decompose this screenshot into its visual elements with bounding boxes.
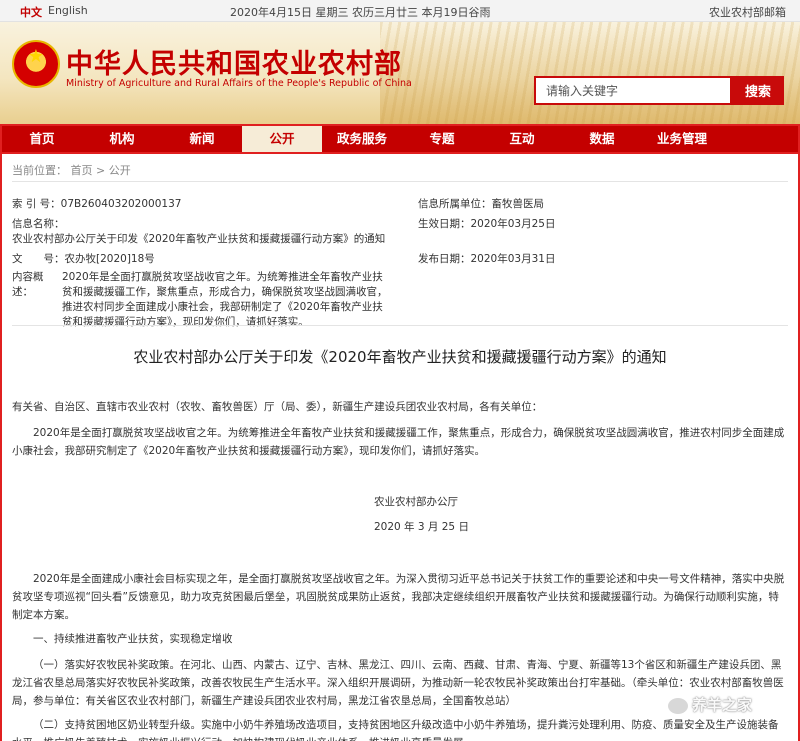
search-input[interactable]: [534, 76, 732, 105]
summary-text: 2020年是全面打赢脱贫攻坚战收官之年。为统筹推进全年畜牧产业扶贫和援藏援疆工作…: [62, 271, 388, 328]
language-chinese-link[interactable]: 中文: [20, 4, 42, 20]
index-number: 索 引 号：07B260403202000137: [12, 198, 182, 210]
search-button[interactable]: 搜索: [732, 76, 784, 105]
info-title-label: 信息名称：: [12, 218, 65, 230]
watermark: 养羊之家: [668, 694, 792, 720]
sign-date: 2020 年 3 月 25 日: [374, 521, 469, 533]
ministry-mailbox-link[interactable]: 农业农村部邮箱: [709, 4, 786, 20]
site-header: ★ 中华人民共和国农业农村部 Ministry of Agriculture a…: [0, 22, 800, 124]
section-heading: 一、持续推进畜牧产业扶贫，实现稳定增收: [33, 633, 233, 645]
owner-unit: 信息所属单位：畜牧兽医局: [418, 198, 544, 210]
site-title[interactable]: 中华人民共和国农业农村部: [66, 42, 402, 81]
summary-label: 内容概述：: [12, 271, 44, 298]
nav-item-business[interactable]: 业务管理: [642, 126, 722, 152]
effective-date: 生效日期：2020年03月25日: [418, 218, 556, 230]
date-text: 2020年4月15日 星期三 农历三月廿三 本月19日谷雨: [230, 6, 491, 19]
wheat-field-background: [380, 22, 800, 124]
document-title: 农业农村部办公厅关于印发《2020年畜牧产业扶贫和援藏援疆行动方案》的通知: [133, 348, 667, 366]
plan-intro-paragraph: 2020年是全面建成小康社会目标实现之年，是全面打赢脱贫攻坚战收官之年。为深入贯…: [12, 573, 785, 621]
content-summary: 内容概述： 2020年是全面打赢脱贫攻坚战收官之年。为统筹推进全年畜牧产业扶贫和…: [12, 270, 392, 330]
document-number: 文 号：农办牧[2020]18号: [12, 253, 155, 265]
info-title-value: 农业农村部办公厅关于印发《2020年畜牧产业扶贫和援藏援疆行动方案》的通知: [12, 233, 386, 245]
publish-date: 发布日期：2020年03月31日: [418, 253, 556, 265]
site-subtitle: Ministry of Agriculture and Rural Affair…: [66, 78, 412, 89]
nav-item-data[interactable]: 数据: [562, 126, 642, 152]
nav-item-interaction[interactable]: 互动: [482, 126, 562, 152]
wechat-icon: [668, 697, 688, 714]
nav-item-public[interactable]: 公开: [242, 126, 322, 152]
top-bar: 中文 English 2020年4月15日 星期三 农历三月廿三 本月19日谷雨…: [0, 0, 800, 22]
national-emblem-icon: ★: [12, 40, 60, 88]
nav-item-news[interactable]: 新闻: [162, 126, 242, 152]
nav-item-home[interactable]: 首页: [2, 126, 82, 152]
signer: 农业农村部办公厅: [374, 496, 458, 508]
watermark-text: 养羊之家: [692, 696, 753, 714]
nav-item-organizations[interactable]: 机构: [82, 126, 162, 152]
language-english-link[interactable]: English: [48, 4, 88, 17]
intro-paragraph: 2020年是全面打赢脱贫攻坚战收官之年。为统筹推进全年畜牧产业扶贫和援藏援疆工作…: [12, 427, 785, 457]
breadcrumb[interactable]: 当前位置： 首页 > 公开: [12, 162, 131, 178]
divider: [12, 325, 788, 326]
main-nav: 首页 机构 新闻 公开 政务服务 专题 互动 数据 业务管理: [0, 124, 800, 154]
nav-item-topics[interactable]: 专题: [402, 126, 482, 152]
recipients-paragraph: 有关省、自治区、直辖市农业农村（农牧、畜牧兽医）厅（局、委），新疆生产建设兵团农…: [12, 401, 543, 413]
nav-item-services[interactable]: 政务服务: [322, 126, 402, 152]
divider: [12, 181, 788, 182]
